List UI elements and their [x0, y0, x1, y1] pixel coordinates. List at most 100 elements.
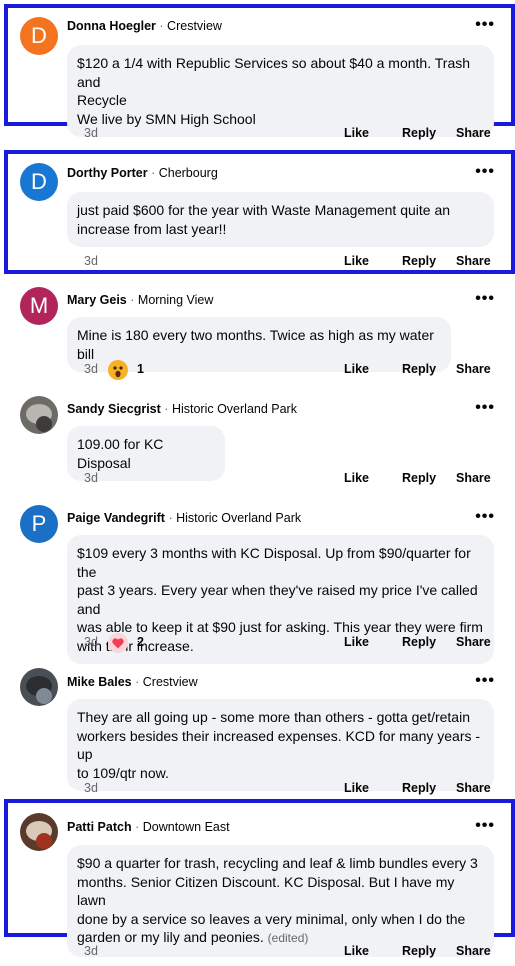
avatar[interactable] [20, 668, 58, 706]
separator: · [168, 511, 173, 525]
reaction-count[interactable]: 1 [137, 362, 144, 376]
like-button[interactable]: Like [344, 781, 369, 795]
commenter-location: Crestview [142, 675, 198, 689]
commenter-name[interactable]: Paige Vandegrift [67, 511, 165, 525]
separator: · [151, 166, 156, 180]
comment-header: Patti Patch · Downtown East [67, 820, 230, 834]
comment-bubble: $120 a 1/4 with Republic Services so abo… [67, 45, 494, 137]
share-button[interactable]: Share [456, 362, 491, 376]
comment-header: Paige Vandegrift · Historic Overland Par… [67, 511, 301, 525]
comment-actions: 3d Like Reply Share [84, 944, 494, 962]
timestamp[interactable]: 3d [84, 471, 98, 485]
more-options-icon[interactable]: ••• [475, 672, 495, 690]
like-button[interactable]: Like [344, 944, 369, 958]
reaction-count[interactable]: 2 [137, 635, 144, 649]
more-options-icon[interactable]: ••• [475, 817, 495, 835]
commenter-name[interactable]: Sandy Siecgrist [67, 402, 161, 416]
commenter-location: Downtown East [142, 820, 230, 834]
avatar-letter: M [29, 293, 49, 318]
comment-text-line: past 3 years. Every year when they've ra… [77, 582, 478, 617]
more-options-icon[interactable]: ••• [475, 399, 495, 417]
avatar-letter: D [31, 23, 47, 48]
share-button[interactable]: Share [456, 635, 491, 649]
comment-header: Mary Geis · Morning View [67, 293, 213, 307]
wow-reaction-icon[interactable] [108, 360, 128, 380]
reply-button[interactable]: Reply [402, 362, 436, 376]
more-options-icon[interactable]: ••• [475, 290, 495, 308]
more-options-icon[interactable]: ••• [475, 163, 495, 181]
avatar[interactable]: M [20, 287, 58, 325]
share-button[interactable]: Share [456, 471, 491, 485]
comment-text-line: They are all going up - some more than o… [77, 709, 470, 725]
avatar[interactable]: D [20, 163, 58, 201]
avatar-photo [36, 833, 52, 849]
separator: · [164, 402, 169, 416]
comment-actions: 3d Like Reply Share [84, 781, 494, 799]
comment-text-line: $90 a quarter for trash, recycling and l… [77, 855, 478, 871]
share-button[interactable]: Share [456, 781, 491, 795]
reply-button[interactable]: Reply [402, 781, 436, 795]
reply-button[interactable]: Reply [402, 126, 436, 140]
commenter-location: Historic Overland Park [171, 402, 297, 416]
reply-button[interactable]: Reply [402, 944, 436, 958]
timestamp[interactable]: 3d [84, 781, 98, 795]
comment-bubble: just paid $600 for the year with Waste M… [67, 192, 494, 247]
comment-text-line: increase from last year!! [77, 220, 227, 237]
avatar-photo [36, 688, 52, 704]
timestamp[interactable]: 3d [84, 254, 98, 268]
commenter-name[interactable]: Dorthy Porter [67, 166, 148, 180]
avatar[interactable] [20, 813, 58, 851]
comment-text-line: 109.00 for KC Disposal [77, 436, 164, 471]
avatar-letter: P [31, 511, 47, 536]
commenter-name[interactable]: Patti Patch [67, 820, 132, 834]
like-button[interactable]: Like [344, 471, 369, 485]
comment-header: Donna Hoegler · Crestview [67, 19, 222, 33]
reply-button[interactable]: Reply [402, 471, 436, 485]
comment-text-line-end: garden or my lily and peonies. [77, 929, 264, 945]
commenter-name[interactable]: Mary Geis [67, 293, 127, 307]
comment-header: Mike Bales · Crestview [67, 675, 198, 689]
comment-text-line: Mine is 180 every two months. Twice as h… [77, 327, 434, 362]
comment-bubble: $90 a quarter for trash, recycling and l… [67, 845, 494, 957]
separator: · [159, 19, 164, 33]
avatar[interactable]: D [20, 17, 58, 55]
commenter-location: Cherbourg [158, 166, 218, 180]
comment-text-line: workers besides their increased expenses… [77, 727, 481, 763]
commenter-name[interactable]: Mike Bales [67, 675, 132, 689]
more-options-icon[interactable]: ••• [475, 508, 495, 526]
love-reaction-icon[interactable] [108, 633, 128, 653]
share-button[interactable]: Share [456, 126, 491, 140]
commenter-name[interactable]: Donna Hoegler [67, 19, 156, 33]
comment-text-line: $120 a 1/4 with Republic Services so abo… [77, 55, 471, 90]
comment-text-line: $109 every 3 months with KC Disposal. Up… [77, 545, 471, 580]
reply-button[interactable]: Reply [402, 635, 436, 649]
comment-text-line: just paid $600 for the year with Waste M… [77, 202, 451, 218]
like-button[interactable]: Like [344, 362, 369, 376]
comment-actions: 3d 2 Like Reply Share [84, 633, 494, 653]
comment-actions: 3d 1 Like Reply Share [84, 360, 494, 380]
comment-header: Sandy Siecgrist · Historic Overland Park [67, 402, 297, 416]
avatar[interactable]: P [20, 505, 58, 543]
comment-header: Dorthy Porter · Cherbourg [67, 166, 218, 180]
timestamp[interactable]: 3d [84, 126, 98, 140]
like-button[interactable]: Like [344, 126, 369, 140]
commenter-location: Crestview [167, 19, 222, 33]
comment-text-line: to 109/qtr now. [77, 764, 169, 781]
timestamp[interactable]: 3d [84, 635, 98, 649]
comment-actions: 3d Like Reply Share [84, 471, 494, 489]
reply-button[interactable]: Reply [402, 254, 436, 268]
separator: · [135, 820, 140, 834]
more-options-icon[interactable]: ••• [475, 16, 495, 34]
separator: · [130, 293, 135, 307]
like-button[interactable]: Like [344, 254, 369, 268]
edited-label: (edited) [267, 931, 309, 945]
avatar[interactable] [20, 396, 58, 434]
like-button[interactable]: Like [344, 635, 369, 649]
commenter-location: Historic Overland Park [176, 511, 302, 525]
timestamp[interactable]: 3d [84, 944, 98, 958]
share-button[interactable]: Share [456, 254, 491, 268]
share-button[interactable]: Share [456, 944, 491, 958]
timestamp[interactable]: 3d [84, 362, 98, 376]
comment-text-line: Recycle [77, 92, 127, 108]
comment-text-line: months. Senior Citizen Discount. KC Disp… [77, 873, 455, 909]
